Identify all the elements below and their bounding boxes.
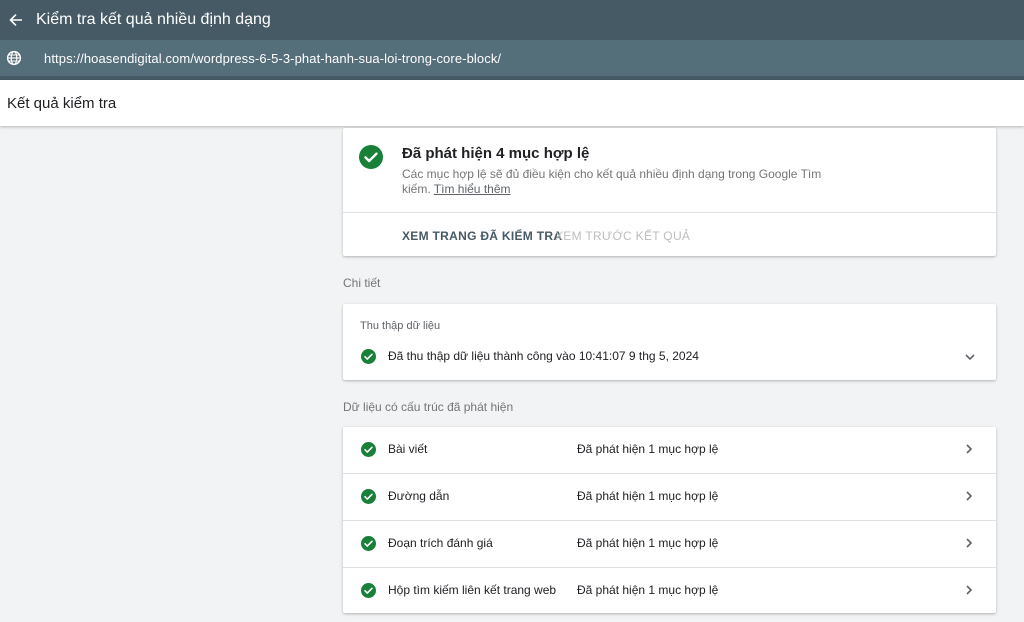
preview-results-button: XEM TRƯỚC KẾT QUẢ: [555, 229, 691, 243]
chevron-right-icon: [966, 444, 973, 454]
page-title: Kiểm tra kết quả nhiều định dạng: [36, 11, 271, 28]
results-title: Kết quả kiểm tra: [7, 94, 117, 112]
check-circle-icon: [361, 489, 376, 504]
chevron-right-icon: [966, 491, 973, 501]
check-circle-icon: [361, 583, 376, 598]
main-content: Đã phát hiện 4 mục hợp lệ Các mục hợp lệ…: [0, 126, 1024, 622]
structured-data-status: Đã phát hiện 1 mục hợp lệ: [577, 442, 719, 456]
view-tested-page-button[interactable]: XEM TRANG ĐÃ KIỂM TRA: [402, 229, 562, 243]
details-label: Chi tiết: [343, 276, 381, 290]
check-circle-icon: [361, 349, 376, 364]
arrow-left-icon: [9, 14, 22, 26]
back-button[interactable]: [2, 6, 30, 34]
tested-url: https://hoasendigital.com/wordpress-6-5-…: [44, 50, 502, 66]
structured-data-status: Đã phát hiện 1 mục hợp lệ: [577, 583, 719, 597]
crawl-card[interactable]: Thu thập dữ liệu Đã thu thập dữ liệu thà…: [343, 304, 996, 380]
summary-card: Đã phát hiện 4 mục hợp lệ Các mục hợp lệ…: [343, 128, 996, 256]
structured-data-row-breadcrumb[interactable]: Đường dẫn Đã phát hiện 1 mục hợp lệ: [343, 473, 996, 520]
structured-data-name: Bài viết: [388, 442, 428, 456]
chevron-right-icon: [966, 538, 973, 548]
check-circle-icon: [361, 536, 376, 551]
structured-data-label: Dữ liệu có cấu trúc đã phát hiện: [343, 400, 514, 414]
results-header: Kết quả kiểm tra: [0, 80, 1024, 126]
check-circle-icon: [361, 442, 376, 457]
structured-data-name: Hộp tìm kiếm liên kết trang web: [388, 583, 557, 597]
structured-data-row-article[interactable]: Bài viết Đã phát hiện 1 mục hợp lệ: [343, 427, 996, 473]
structured-data-status: Đã phát hiện 1 mục hợp lệ: [577, 489, 719, 503]
summary-title: Đã phát hiện 4 mục hợp lệ: [402, 145, 590, 162]
learn-more-link[interactable]: Tìm hiểu thêm: [434, 182, 511, 196]
chevron-right-icon: [966, 585, 973, 595]
crawl-status: Đã thu thập dữ liệu thành công vào 10:41…: [388, 349, 699, 363]
structured-data-row-review-snippet[interactable]: Đoạn trích đánh giá Đã phát hiện 1 mục h…: [343, 520, 996, 567]
structured-data-name: Đường dẫn: [388, 489, 450, 503]
divider: [343, 212, 996, 213]
url-bar: https://hoasendigital.com/wordpress-6-5-…: [0, 40, 1024, 76]
structured-data-name: Đoạn trích đánh giá: [388, 536, 493, 550]
check-circle-icon: [359, 145, 383, 169]
summary-description: Các mục hợp lệ sẽ đủ điều kiện cho kết q…: [402, 167, 822, 197]
structured-data-card: Bài viết Đã phát hiện 1 mục hợp lệ Đường…: [343, 427, 996, 613]
app-bar: Kiểm tra kết quả nhiều định dạng: [0, 0, 1024, 40]
globe-icon: [6, 50, 22, 66]
crawl-label: Thu thập dữ liệu: [360, 320, 441, 332]
chevron-down-icon[interactable]: [962, 349, 978, 365]
structured-data-row-sitelinks-searchbox[interactable]: Hộp tìm kiếm liên kết trang web Đã phát …: [343, 567, 996, 614]
structured-data-status: Đã phát hiện 1 mục hợp lệ: [577, 536, 719, 550]
